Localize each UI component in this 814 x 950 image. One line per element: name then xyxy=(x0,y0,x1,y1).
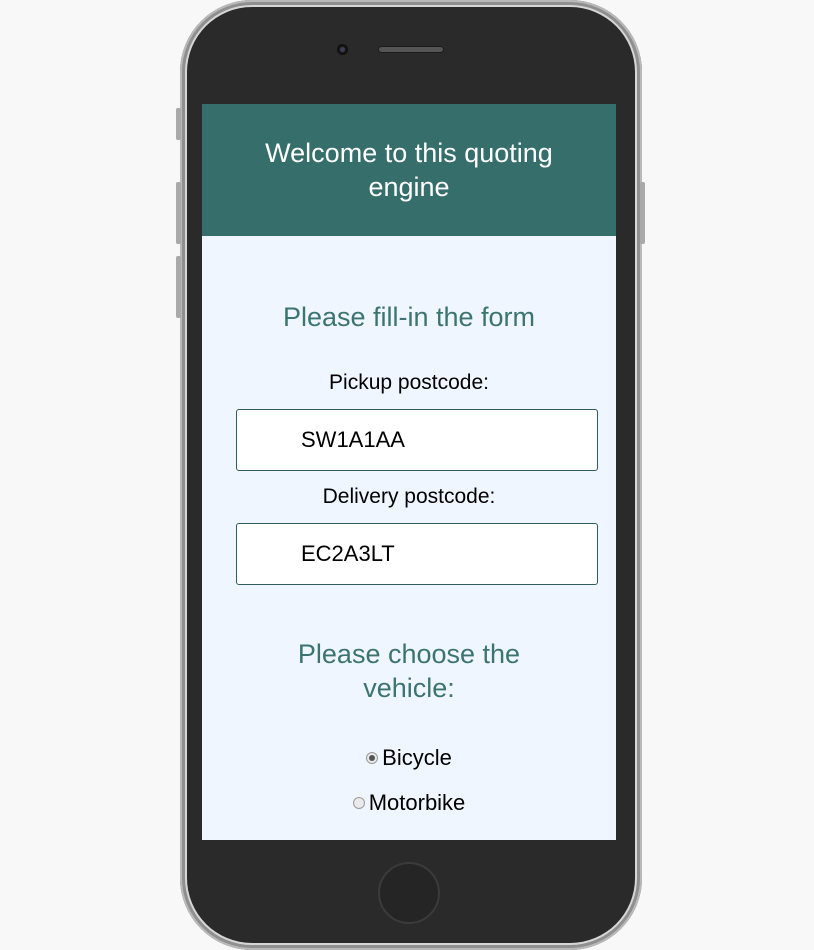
volume-down-button xyxy=(176,256,181,318)
app-screen: Welcome to this quoting engine Please fi… xyxy=(202,104,616,840)
vehicle-option-motorbike[interactable]: Motorbike xyxy=(202,788,616,818)
form-title: Please fill-in the form xyxy=(282,302,536,332)
bicycle-radio[interactable] xyxy=(366,752,379,764)
delivery-postcode-input[interactable] xyxy=(236,523,598,585)
front-camera-icon xyxy=(337,44,348,55)
motorbike-label: Motorbike xyxy=(368,790,466,815)
home-button[interactable] xyxy=(378,862,440,924)
volume-up-button xyxy=(176,182,181,244)
pickup-postcode-input[interactable] xyxy=(236,409,598,471)
delivery-postcode-label: Delivery postcode: xyxy=(322,485,496,508)
motorbike-radio[interactable] xyxy=(352,797,365,809)
bicycle-label: Bicycle xyxy=(382,745,452,770)
vehicle-title: Please choose the vehicle: xyxy=(297,639,521,703)
power-button xyxy=(640,182,645,244)
earpiece-speaker xyxy=(378,46,444,53)
phone-frame: Welcome to this quoting engine Please fi… xyxy=(176,0,645,950)
pickup-postcode-label: Pickup postcode: xyxy=(329,371,489,394)
header-title: Welcome to this quoting engine xyxy=(265,138,553,202)
app-header: Welcome to this quoting engine xyxy=(202,104,616,236)
mute-switch xyxy=(176,108,181,140)
vehicle-option-bicycle[interactable]: Bicycle xyxy=(202,743,616,773)
